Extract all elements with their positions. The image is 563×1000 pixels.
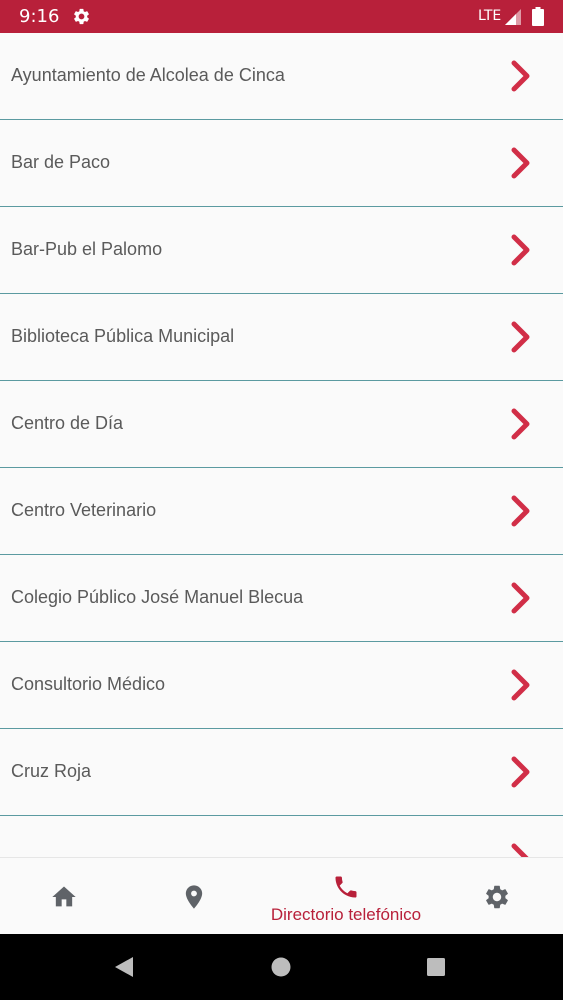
gear-icon — [74, 8, 89, 25]
chevron-right-icon — [511, 321, 530, 353]
nav-directory-label: Directorio telefónico — [270, 905, 422, 924]
location-pin-icon — [185, 885, 203, 909]
list-item-label: Ayuntamiento de Alcolea de Cinca — [11, 65, 285, 85]
list-item-label: Centro de Día — [11, 413, 124, 433]
list-item[interactable]: Bar de Paco — [0, 120, 563, 207]
list-item[interactable]: Ayuntamiento de Alcolea de Cinca — [0, 33, 563, 120]
nav-home-button[interactable] — [30, 858, 100, 935]
chevron-right-icon — [511, 408, 530, 440]
chevron-right-icon — [511, 669, 530, 701]
chevron-right-icon — [511, 495, 530, 527]
list-item[interactable]: Centro Veterinario — [0, 468, 563, 555]
status-bar: 9:16 LTE — [0, 0, 563, 33]
chevron-right-icon — [511, 234, 530, 266]
directory-list[interactable]: Ayuntamiento de Alcolea de Cinca Bar de … — [0, 33, 563, 857]
list-item-label: Centro Veterinario — [11, 500, 157, 520]
list-item-label: Colegio Público José Manuel Blecua — [11, 587, 304, 607]
list-item-label: Biblioteca Pública Municipal — [11, 326, 235, 346]
list-item[interactable]: Colegio Público José Manuel Blecua — [0, 555, 563, 642]
list-item-label: Bar de Paco — [11, 152, 111, 172]
system-navigation-bar — [0, 934, 563, 1000]
chevron-right-icon — [511, 582, 530, 614]
chevron-right-icon — [511, 60, 530, 92]
nav-settings-button[interactable] — [463, 858, 533, 935]
back-icon[interactable] — [113, 956, 135, 978]
home-icon — [52, 886, 76, 907]
list-item[interactable]: Bar-Pub el Palomo — [0, 207, 563, 294]
gear-icon — [486, 885, 508, 909]
home-circle-icon[interactable] — [271, 957, 291, 977]
list-item[interactable]: Biblioteca Pública Municipal — [0, 294, 563, 381]
list-item-label: Bar-Pub el Palomo — [11, 239, 163, 259]
network-type: LTE — [478, 8, 502, 24]
list-item[interactable]: Centro de Día — [0, 381, 563, 468]
list-item[interactable]: Cruz Roja — [0, 729, 563, 816]
chevron-right-icon — [511, 756, 530, 788]
list-item-label: Consultorio Médico — [11, 674, 166, 694]
nav-directory-button[interactable]: Directorio telefónico — [250, 858, 442, 935]
bottom-navigation: Directorio telefónico — [0, 857, 563, 935]
chevron-right-icon — [511, 147, 530, 179]
list-item[interactable]: Consultorio Médico — [0, 642, 563, 729]
phone-icon — [335, 876, 357, 898]
chevron-right-icon — [511, 843, 529, 857]
battery-icon — [532, 7, 544, 26]
list-item-partial[interactable] — [0, 816, 563, 857]
nav-map-button[interactable] — [160, 858, 230, 935]
status-time: 9:16 — [19, 6, 60, 27]
signal-icon — [505, 9, 521, 25]
recents-icon[interactable] — [427, 958, 445, 976]
list-item-label: Cruz Roja — [11, 761, 92, 781]
